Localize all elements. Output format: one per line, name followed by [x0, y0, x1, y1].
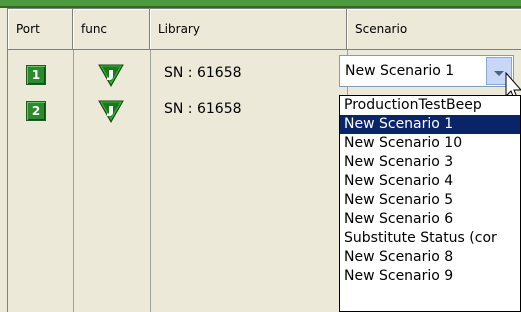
chevron-down-icon — [494, 71, 504, 76]
port-number-badge: 2 — [26, 101, 46, 121]
port-number-badge: 1 — [26, 65, 46, 85]
dropdown-option[interactable]: New Scenario 6 — [340, 210, 520, 229]
dropdown-option[interactable]: New Scenario 4 — [340, 172, 520, 191]
scenario-dropdown-list[interactable]: ProductionTestBeep New Scenario 1 New Sc… — [339, 95, 521, 312]
dropdown-option[interactable]: New Scenario 9 — [340, 267, 520, 286]
column-header-library[interactable]: Library — [150, 9, 347, 50]
library-serial: SN : 61658 — [164, 65, 242, 81]
dropdown-option-selected[interactable]: New Scenario 1 — [340, 115, 520, 134]
dropdown-option[interactable]: New Scenario 10 — [340, 134, 520, 153]
column-header-port[interactable]: Port — [8, 9, 73, 50]
dropdown-option[interactable]: ProductionTestBeep — [340, 96, 520, 115]
column-header-scenario[interactable]: Scenario — [347, 9, 521, 50]
download-icon[interactable] — [98, 62, 124, 88]
scenario-selected-value: New Scenario 1 — [345, 63, 455, 79]
library-serial: SN : 61658 — [164, 101, 242, 117]
column-header-func[interactable]: func — [73, 9, 150, 50]
dropdown-option[interactable]: New Scenario 8 — [340, 248, 520, 267]
scenario-select[interactable]: New Scenario 1 — [339, 55, 514, 87]
dropdown-option[interactable]: New Scenario 3 — [340, 153, 520, 172]
grid-header: Port func Library Scenario — [8, 9, 521, 50]
dropdown-option[interactable]: New Scenario 5 — [340, 191, 520, 210]
dropdown-option[interactable]: Substitute Status (cor — [340, 229, 520, 248]
download-icon[interactable] — [98, 98, 124, 124]
